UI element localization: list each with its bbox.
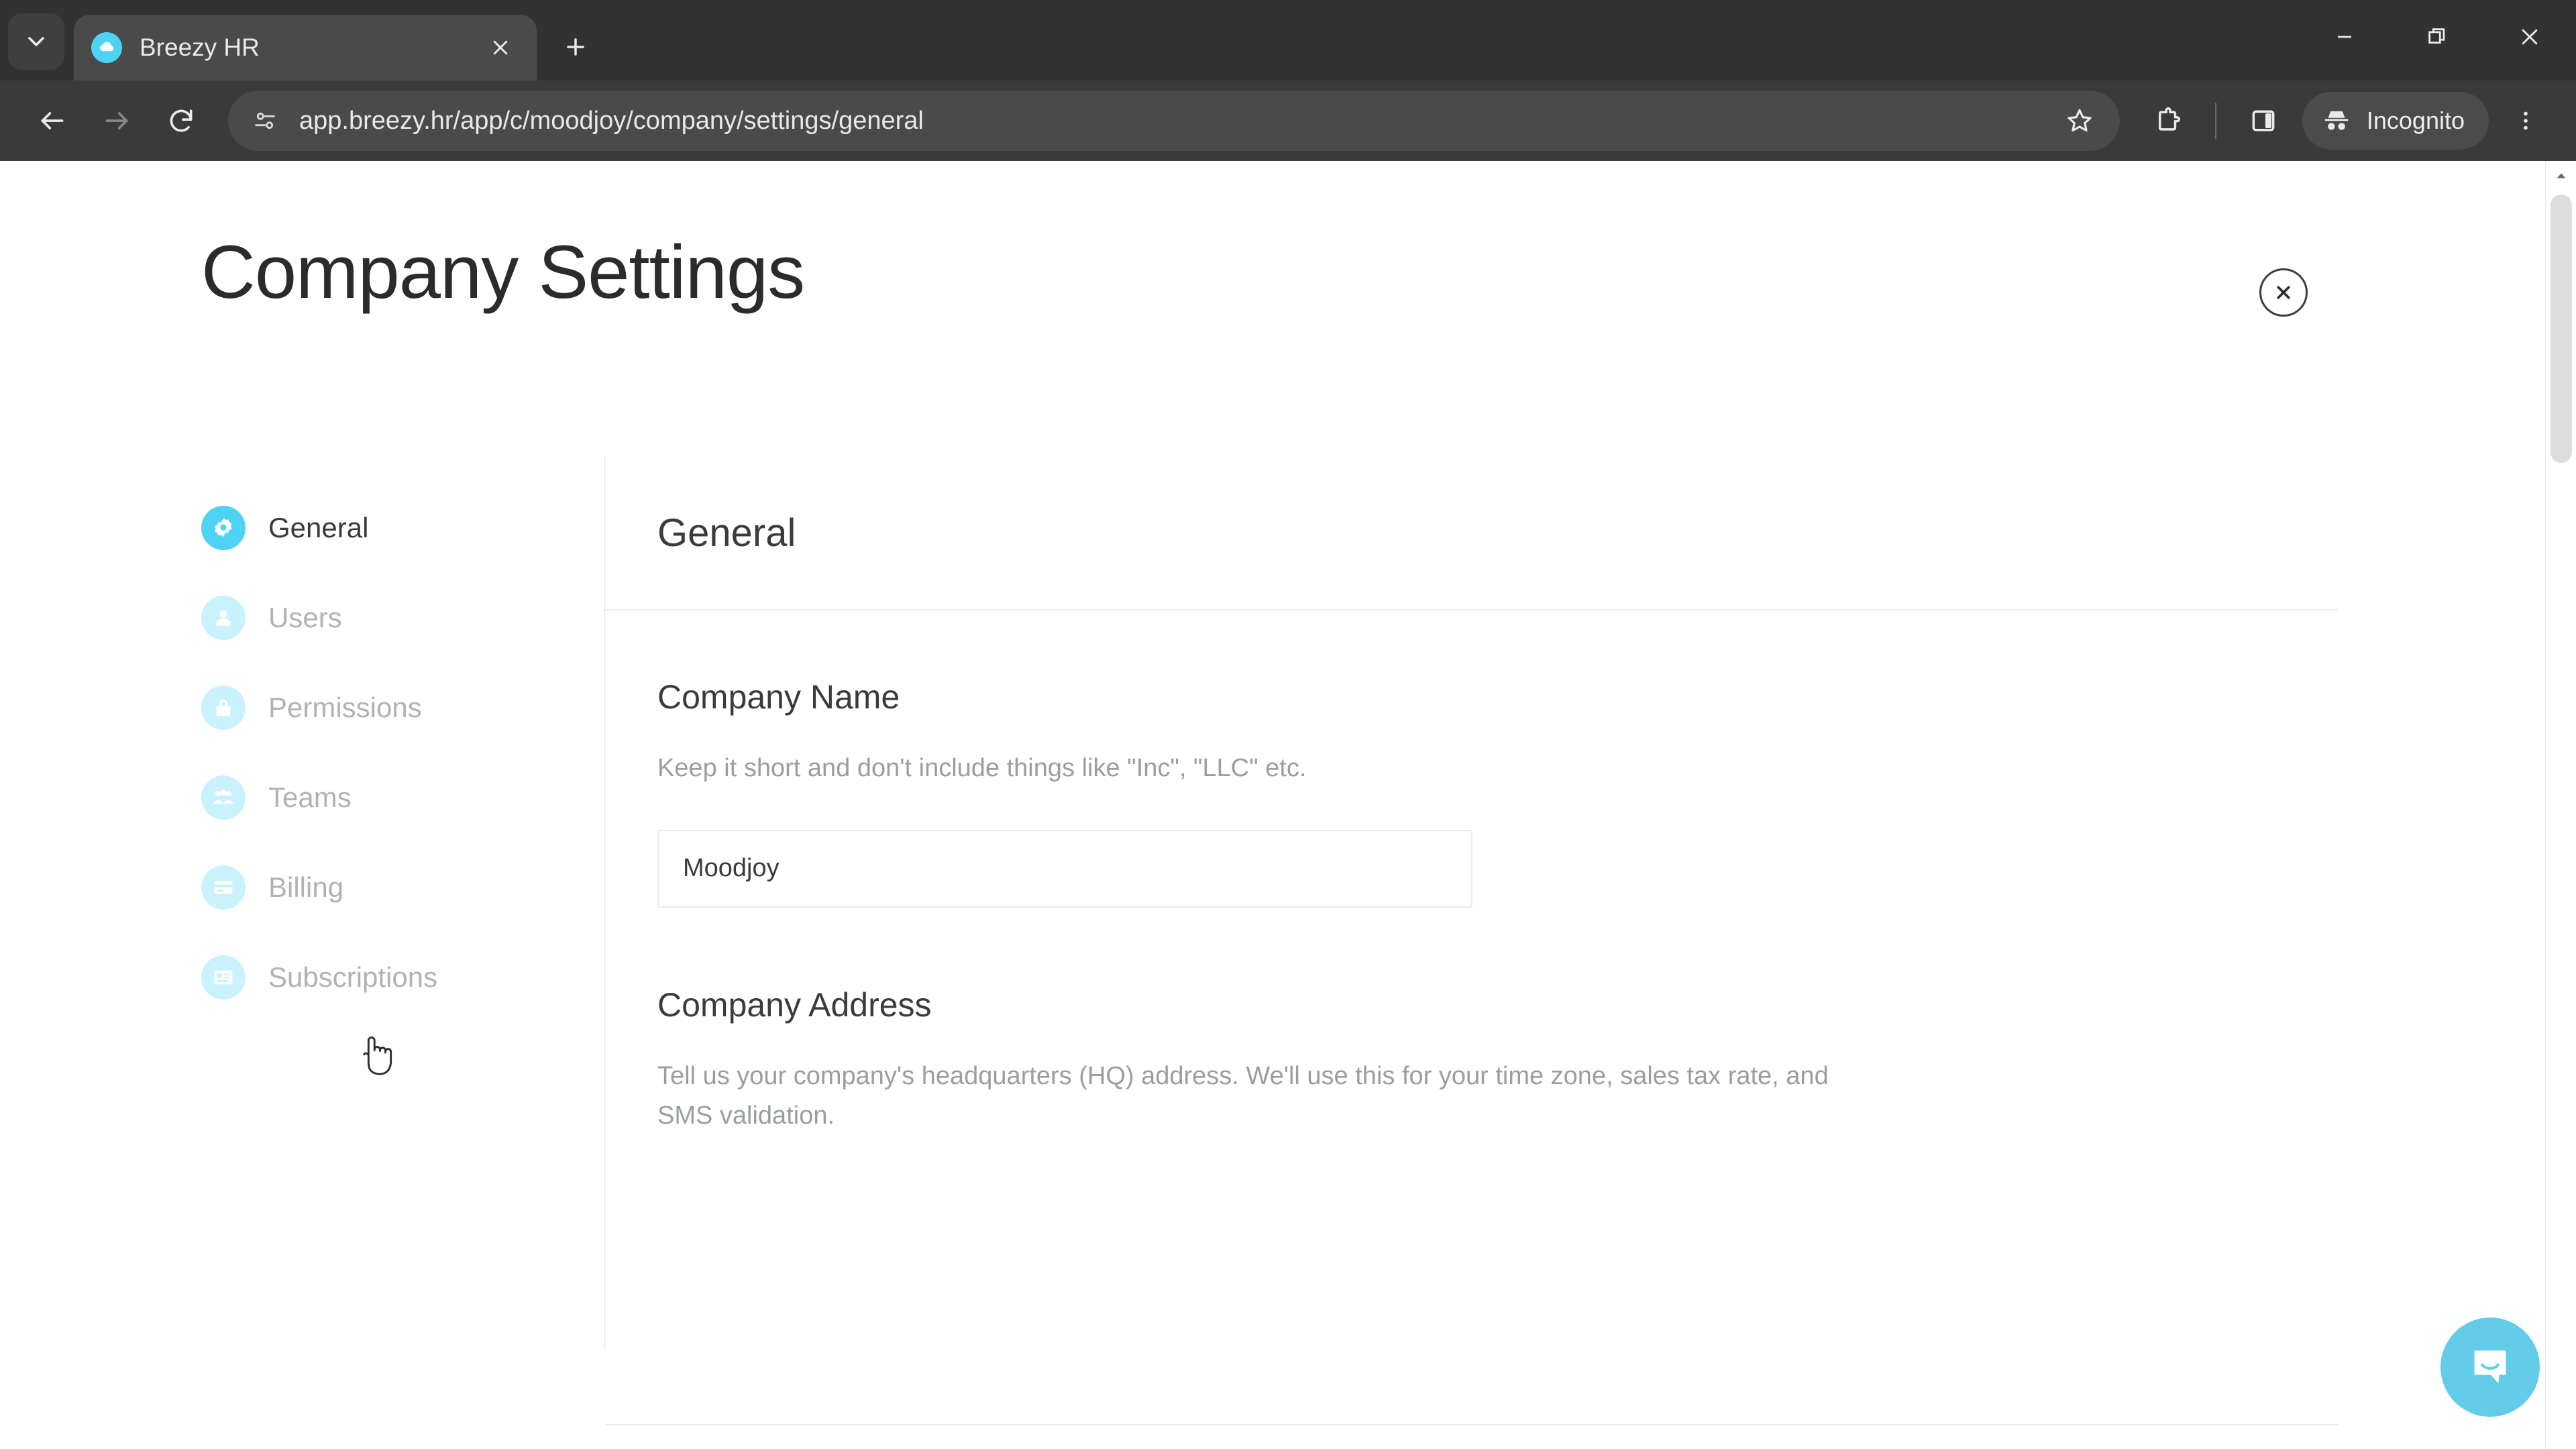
company-address-label: Company Address bbox=[657, 985, 932, 1024]
bookmark-button[interactable] bbox=[2061, 102, 2098, 140]
scroll-up-button[interactable] bbox=[2546, 161, 2576, 191]
content-fade-overlay bbox=[606, 1362, 2338, 1426]
star-icon bbox=[2068, 109, 2092, 132]
company-name-help: Keep it short and don't include things l… bbox=[657, 754, 1307, 782]
settings-sidebar: General Users Permissions Teams Billing … bbox=[201, 456, 604, 1348]
lock-icon bbox=[201, 686, 246, 730]
extensions-puzzle-icon bbox=[2158, 107, 2180, 131]
panel-header: General bbox=[605, 456, 2338, 610]
site-settings-button[interactable] bbox=[250, 105, 280, 136]
toolbar-divider bbox=[2214, 103, 2216, 139]
teams-icon bbox=[201, 775, 246, 820]
scrollbar-thumb[interactable] bbox=[2551, 195, 2572, 463]
forward-arrow-icon bbox=[105, 112, 128, 129]
minimize-icon bbox=[2338, 36, 2351, 38]
settings-body: General Users Permissions Teams Billing … bbox=[0, 456, 2576, 1348]
new-tab-button[interactable] bbox=[551, 23, 600, 71]
sidebar-item-general[interactable]: General bbox=[201, 498, 604, 558]
chat-launcher-button[interactable] bbox=[2440, 1318, 2540, 1417]
scroll-up-arrow-icon bbox=[2557, 173, 2565, 178]
close-settings-button[interactable] bbox=[2259, 268, 2308, 317]
incognito-indicator[interactable]: Incognito bbox=[2302, 92, 2489, 150]
side-panel-button[interactable] bbox=[2231, 89, 2296, 153]
panel-heading: General bbox=[657, 511, 796, 555]
back-arrow-icon bbox=[41, 112, 64, 129]
page-scrollbar[interactable] bbox=[2545, 161, 2576, 1449]
incognito-label: Incognito bbox=[2366, 107, 2465, 134]
user-icon bbox=[201, 596, 246, 640]
close-window-button[interactable] bbox=[2483, 0, 2576, 74]
browser-toolbar: app.breezy.hr/app/c/moodjoy/company/sett… bbox=[0, 80, 2576, 161]
company-address-block: Company Address Tell us your company's h… bbox=[657, 985, 2286, 1136]
reload-icon bbox=[170, 109, 193, 132]
company-name-input[interactable]: Moodjoy bbox=[657, 829, 1472, 908]
tab-strip: Breezy HR bbox=[0, 0, 2576, 80]
company-name-block: Company Name Keep it short and don't inc… bbox=[657, 678, 2286, 908]
restore-icon bbox=[2428, 28, 2445, 44]
plus-icon bbox=[567, 38, 584, 56]
side-panel-icon bbox=[2252, 110, 2275, 131]
sidebar-item-users[interactable]: Users bbox=[201, 588, 604, 648]
window-controls bbox=[2298, 0, 2576, 74]
back-button[interactable] bbox=[20, 89, 85, 153]
tab-title: Breezy HR bbox=[140, 34, 260, 61]
forward-button[interactable] bbox=[85, 89, 149, 153]
company-name-label: Company Name bbox=[657, 678, 900, 716]
sidebar-item-label: Teams bbox=[268, 782, 352, 813]
settings-panel: General Company Name Keep it short and d… bbox=[604, 456, 2338, 1348]
address-bar[interactable]: app.breezy.hr/app/c/moodjoy/company/sett… bbox=[228, 91, 2120, 151]
close-tab-icon bbox=[493, 40, 508, 55]
sidebar-item-label: Permissions bbox=[268, 692, 422, 723]
site-settings-icon bbox=[255, 112, 275, 129]
close-tab-button[interactable] bbox=[482, 29, 519, 66]
incognito-hat-icon bbox=[2324, 111, 2349, 130]
sidebar-item-teams[interactable]: Teams bbox=[201, 767, 604, 828]
list-icon bbox=[201, 955, 246, 1000]
browser-window: Breezy HR app.breezy.hr/app/c/moodjoy/co… bbox=[0, 0, 2576, 1449]
sidebar-item-billing[interactable]: Billing bbox=[201, 857, 604, 918]
close-window-icon bbox=[2522, 29, 2538, 45]
company-address-help: Tell us your company's headquarters (HQ)… bbox=[657, 1061, 1829, 1130]
sidebar-item-label: General bbox=[268, 512, 369, 543]
card-icon bbox=[201, 865, 246, 910]
reload-button[interactable] bbox=[149, 89, 213, 153]
gear-icon bbox=[201, 506, 246, 550]
tab-favicon bbox=[91, 32, 122, 63]
close-circle-icon bbox=[2277, 286, 2290, 299]
cloud-icon bbox=[100, 42, 114, 52]
extensions-button[interactable] bbox=[2136, 89, 2200, 153]
chevron-down-icon bbox=[28, 37, 44, 46]
url-text: app.breezy.hr/app/c/moodjoy/company/sett… bbox=[299, 106, 924, 135]
intercom-chat-icon bbox=[2474, 1350, 2506, 1384]
page-title: Company Settings bbox=[201, 230, 805, 314]
settings-action-bar: Save Changes bbox=[605, 1424, 2339, 1449]
page-viewport: Company Settings General Users Permissio… bbox=[0, 161, 2576, 1449]
chrome-menu-button[interactable] bbox=[2496, 89, 2556, 153]
sidebar-item-label: Billing bbox=[268, 871, 344, 903]
panel-body: Company Name Keep it short and don't inc… bbox=[605, 610, 2338, 1136]
sidebar-item-label: Users bbox=[268, 602, 342, 633]
sidebar-item-subscriptions[interactable]: Subscriptions bbox=[201, 947, 604, 1008]
page-header: Company Settings bbox=[0, 161, 2576, 310]
tab-search-button[interactable] bbox=[8, 13, 64, 70]
maximize-button[interactable] bbox=[2391, 0, 2483, 74]
minimize-button[interactable] bbox=[2298, 0, 2391, 74]
sidebar-item-label: Subscriptions bbox=[268, 961, 438, 993]
browser-tab[interactable]: Breezy HR bbox=[74, 15, 537, 80]
sidebar-item-permissions[interactable]: Permissions bbox=[201, 678, 604, 738]
three-dot-menu-icon bbox=[2524, 111, 2528, 130]
